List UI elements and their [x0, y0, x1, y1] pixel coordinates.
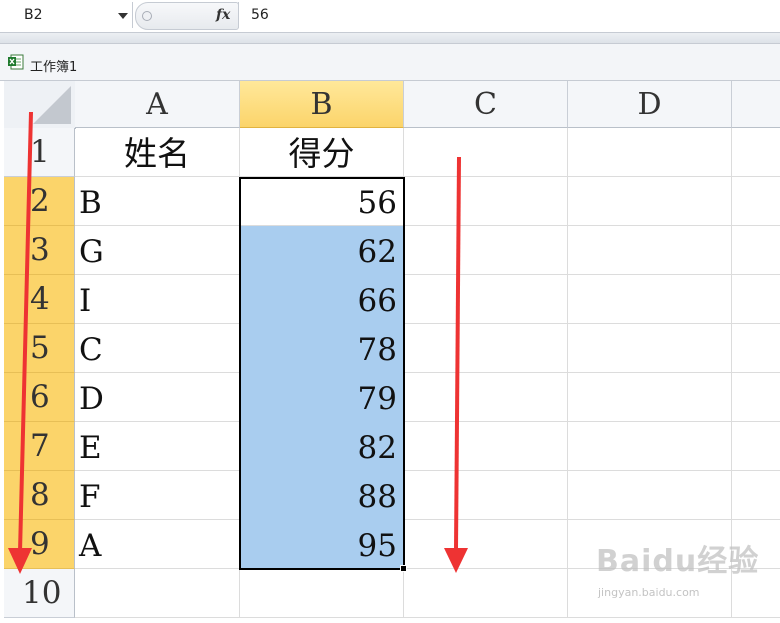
- baidu-watermark: Baidu经验 jingyan.baidu.com: [596, 536, 776, 606]
- watermark-logo: Baidu经验: [596, 544, 760, 579]
- annotation-arrow-left: [8, 111, 33, 574]
- annotation-arrows: [8, 111, 468, 574]
- annotation-arrow-right: [444, 156, 468, 573]
- watermark-url: jingyan.baidu.com: [598, 586, 700, 599]
